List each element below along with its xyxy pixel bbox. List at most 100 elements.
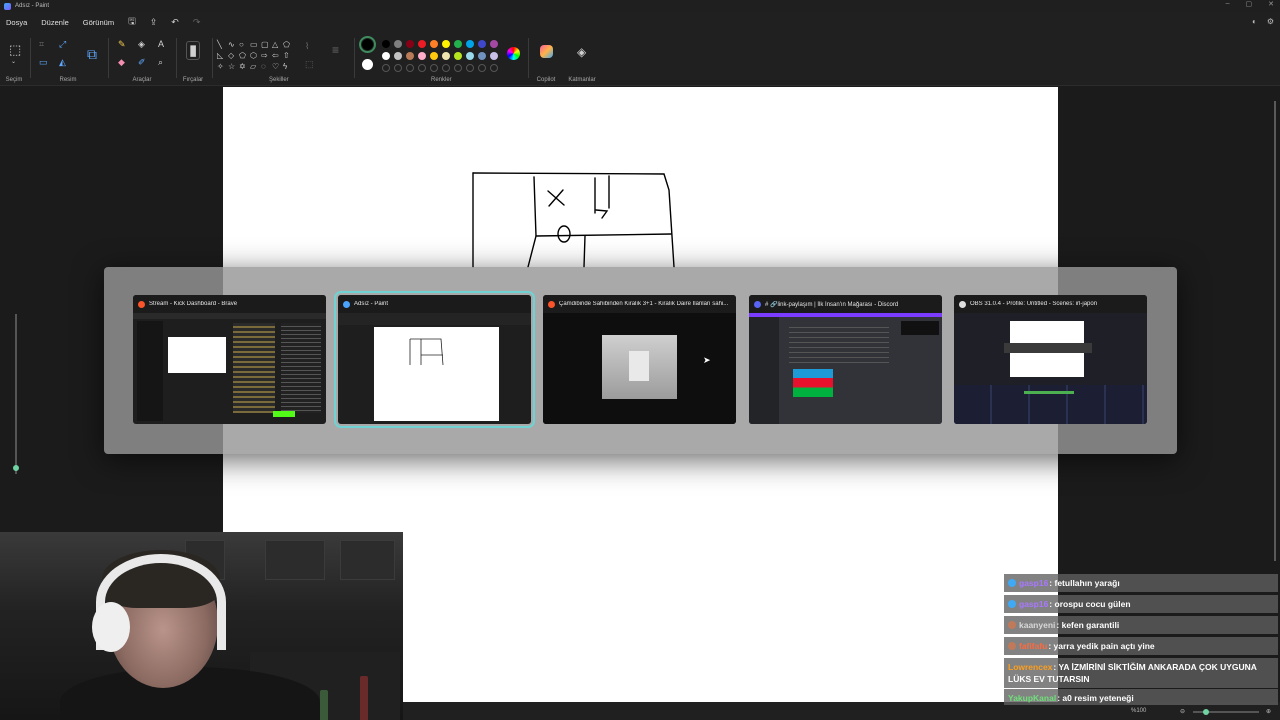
pentagon-shape-icon[interactable]: ⬠	[239, 51, 250, 62]
color-swatch[interactable]	[478, 52, 486, 60]
slider-knob[interactable]	[13, 465, 19, 471]
copilot-icon[interactable]	[540, 45, 553, 58]
four-star-shape-icon[interactable]: ✧	[217, 62, 228, 73]
menu-file[interactable]: Dosya	[6, 18, 27, 27]
color-swatch[interactable]	[394, 40, 402, 48]
color-swatch[interactable]	[490, 40, 498, 48]
brave-icon	[548, 300, 555, 308]
color-swatch[interactable]	[430, 52, 438, 60]
zoom-in-icon[interactable]: ⊕	[1266, 708, 1271, 715]
resize-icon[interactable]: ⤢	[59, 40, 66, 49]
custom-color-slot[interactable]	[406, 64, 414, 72]
oval-callout-shape-icon[interactable]: ◌	[261, 62, 272, 73]
custom-color-slot[interactable]	[430, 64, 438, 72]
menu-edit[interactable]: Düzenle	[41, 18, 69, 27]
chevron-down-icon[interactable]: ⌄	[11, 59, 16, 65]
custom-color-slot[interactable]	[382, 64, 390, 72]
zoom-out-icon[interactable]: ⊖	[1180, 708, 1185, 715]
color-swatch[interactable]	[490, 52, 498, 60]
flip-icon[interactable]: ◭	[59, 58, 66, 67]
line-shape-icon[interactable]: ╲	[217, 40, 228, 51]
switcher-window-brave-kick[interactable]: Stream - Kick Dashboard - Brave	[133, 295, 326, 424]
custom-color-slot[interactable]	[478, 64, 486, 72]
curve-shape-icon[interactable]: ∿	[228, 40, 239, 51]
brush-icon[interactable]: ▮	[186, 41, 201, 60]
right-triangle-shape-icon[interactable]: ◺	[217, 51, 228, 62]
diamond-shape-icon[interactable]: ◇	[228, 51, 239, 62]
account-icon[interactable]: ◐	[1252, 17, 1257, 26]
color-swatch[interactable]	[478, 40, 486, 48]
eraser-icon[interactable]: ◆	[118, 58, 125, 67]
custom-color-slot[interactable]	[490, 64, 498, 72]
callout-shape-icon[interactable]: ▱	[250, 62, 261, 73]
redo-icon[interactable]: ↷	[193, 17, 201, 28]
color-swatch[interactable]	[406, 40, 414, 48]
stroke-size-icon[interactable]: ≡	[332, 44, 339, 56]
primary-color-swatch[interactable]	[362, 39, 373, 50]
polygon-shape-icon[interactable]: ⬠	[283, 40, 294, 51]
chat-message: YakupKanal: a0 resim yeteneği	[1004, 689, 1278, 705]
menu-view[interactable]: Görünüm	[83, 18, 114, 27]
color-swatch[interactable]	[454, 52, 462, 60]
cursor-icon: ➤	[703, 355, 711, 365]
switcher-window-paint[interactable]: Adsız - Paint	[334, 291, 535, 428]
color-swatch[interactable]	[466, 40, 474, 48]
layers-icon[interactable]: ◈	[577, 46, 586, 58]
left-arrow-shape-icon[interactable]: ⇦	[272, 51, 283, 62]
pencil-icon[interactable]: ✎	[118, 40, 126, 49]
oval-shape-icon[interactable]: ○	[239, 40, 250, 51]
switcher-window-brave-rental[interactable]: Çamdibinde Sahibinden Kiralık 3+1 - Kira…	[543, 295, 736, 424]
custom-color-slot[interactable]	[454, 64, 462, 72]
custom-color-slot[interactable]	[418, 64, 426, 72]
up-arrow-shape-icon[interactable]: ⇧	[283, 51, 294, 62]
text-icon[interactable]: A	[158, 40, 164, 49]
color-swatch[interactable]	[382, 52, 390, 60]
save-icon[interactable]: 🖫	[128, 14, 136, 30]
color-swatch[interactable]	[382, 40, 390, 48]
edit-colors-icon[interactable]	[507, 47, 520, 60]
custom-color-slot[interactable]	[394, 64, 402, 72]
switcher-window-discord[interactable]: # 🔗link-paylaşım | İlk İnsan'ın Mağarası…	[749, 295, 942, 424]
copilot-group: Copilot	[532, 32, 560, 86]
share-icon[interactable]: ⇪	[150, 17, 158, 28]
image-select-icon[interactable]: ⧉	[87, 47, 97, 61]
color-swatch[interactable]	[430, 40, 438, 48]
brush-size-slider[interactable]	[13, 310, 19, 480]
select-rectangle-icon[interactable]: ⬚	[9, 43, 21, 56]
color-swatch[interactable]	[466, 52, 474, 60]
scrollbar-thumb[interactable]	[1274, 101, 1276, 561]
magnifier-icon[interactable]: ⌕	[158, 58, 163, 67]
heart-shape-icon[interactable]: ♡	[272, 62, 283, 73]
secondary-color-swatch[interactable]	[362, 59, 373, 70]
maximize-icon[interactable]: ▢	[1246, 0, 1253, 8]
color-swatch[interactable]	[406, 52, 414, 60]
fill-bucket-icon[interactable]: ◈	[138, 40, 145, 49]
color-swatch[interactable]	[454, 40, 462, 48]
color-swatch[interactable]	[442, 40, 450, 48]
right-arrow-shape-icon[interactable]: ⇨	[261, 51, 272, 62]
close-icon[interactable]: ✕	[1268, 0, 1274, 8]
fill-icon[interactable]: ⬚	[305, 60, 314, 69]
six-star-shape-icon[interactable]: ✡	[239, 62, 250, 73]
triangle-shape-icon[interactable]: △	[272, 40, 283, 51]
color-picker-icon[interactable]: ✐	[138, 58, 146, 67]
rotate-icon[interactable]: ▭	[39, 58, 48, 67]
minimize-icon[interactable]: –	[1226, 0, 1230, 8]
settings-gear-icon[interactable]: ⚙	[1267, 17, 1274, 26]
custom-color-slot[interactable]	[466, 64, 474, 72]
switcher-window-obs[interactable]: OBS 31.0.4 - Profile: Untitled - Scenes:…	[954, 295, 1147, 424]
rounded-rect-shape-icon[interactable]: ▢	[261, 40, 272, 51]
rectangle-shape-icon[interactable]: ▭	[250, 40, 261, 51]
outline-icon[interactable]: ⌇	[305, 42, 309, 51]
hexagon-shape-icon[interactable]: ⬡	[250, 51, 261, 62]
undo-icon[interactable]: ↶	[171, 17, 179, 28]
custom-color-slot[interactable]	[442, 64, 450, 72]
color-swatch[interactable]	[442, 52, 450, 60]
color-swatch[interactable]	[394, 52, 402, 60]
color-swatch[interactable]	[418, 40, 426, 48]
zoom-slider-knob[interactable]	[1203, 709, 1209, 715]
crop-icon[interactable]: ⌗	[39, 40, 44, 49]
lightning-shape-icon[interactable]: ϟ	[283, 62, 294, 73]
five-star-shape-icon[interactable]: ☆	[228, 62, 239, 73]
color-swatch[interactable]	[418, 52, 426, 60]
